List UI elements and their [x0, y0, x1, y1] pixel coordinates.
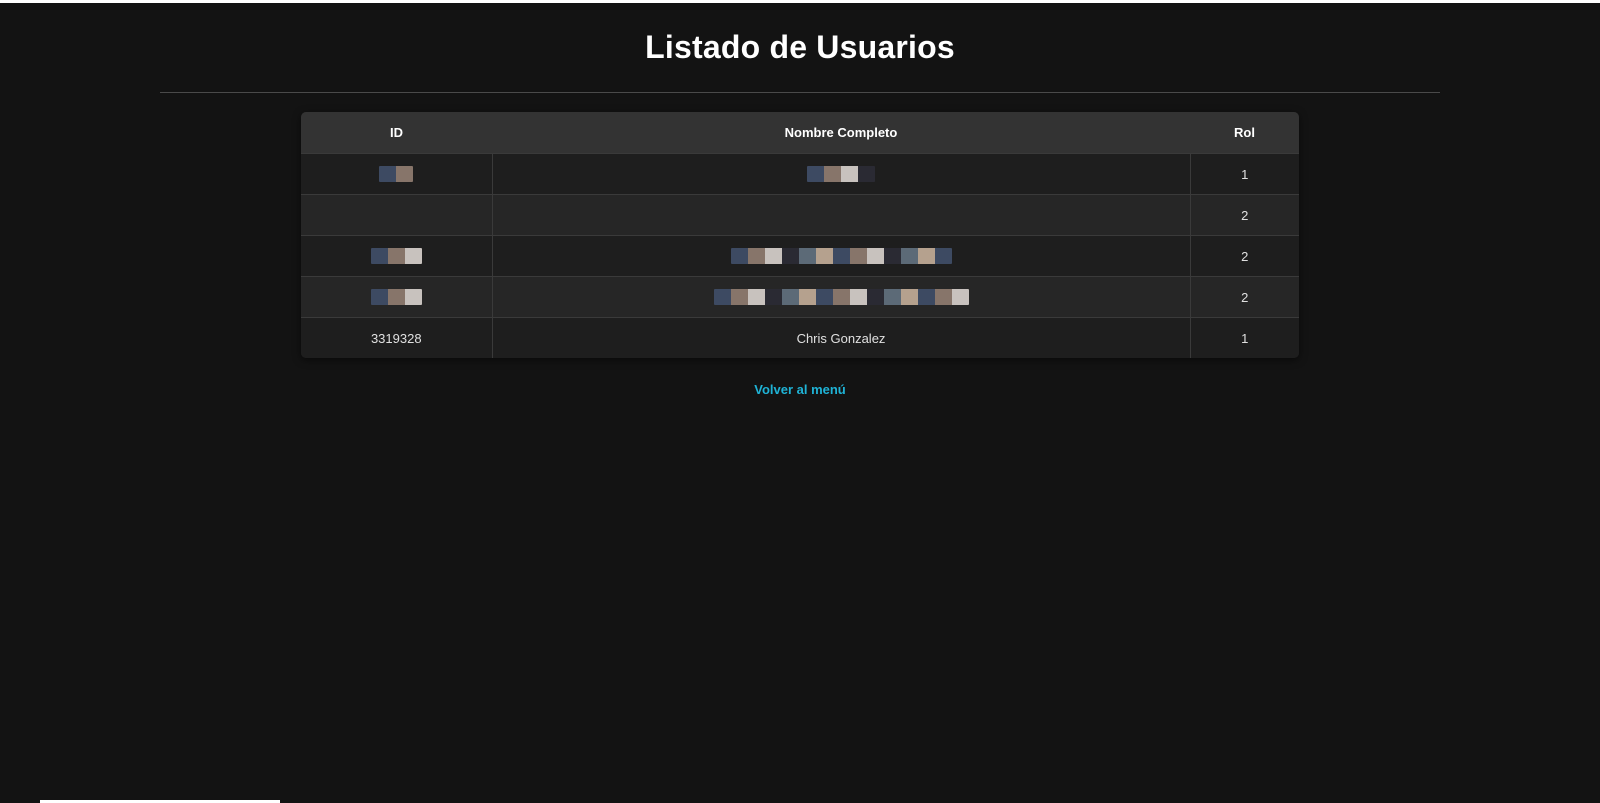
- cell-rol: 2: [1189, 276, 1299, 318]
- header-nombre-completo: Nombre Completo: [492, 112, 1190, 154]
- cell-name: [491, 276, 1190, 318]
- back-link-container: Volver al menú: [0, 381, 1600, 399]
- cell-id: [301, 276, 492, 318]
- cell-name: [491, 194, 1190, 236]
- redacted-name-block: [730, 248, 952, 265]
- cell-id: [301, 194, 492, 236]
- cell-name: [491, 235, 1190, 277]
- cell-id: [301, 153, 492, 195]
- table-row: 1: [301, 153, 1299, 195]
- cell-rol: 1: [1189, 317, 1299, 358]
- table-row: 2: [301, 194, 1299, 236]
- users-table: ID Nombre Completo Rol 1 2 2 2 3319328 Chris …: [301, 112, 1299, 358]
- header-id: ID: [301, 112, 492, 154]
- redacted-name-block: [713, 289, 969, 306]
- cell-id: [301, 235, 492, 277]
- cell-name: Chris Gonzalez: [491, 317, 1190, 358]
- cell-rol: 1: [1189, 153, 1299, 195]
- table-row: 2: [301, 235, 1299, 277]
- header-rol: Rol: [1190, 112, 1299, 154]
- users-table-container: ID Nombre Completo Rol 1 2 2 2 3319328 Chris …: [301, 112, 1299, 358]
- table-row: 2: [301, 276, 1299, 318]
- title-divider: [160, 92, 1440, 93]
- table-row: 3319328 Chris Gonzalez 1: [301, 317, 1299, 358]
- page-title: Listado de Usuarios: [645, 29, 955, 65]
- cell-id: 3319328: [301, 317, 492, 358]
- redacted-id-block: [379, 166, 414, 183]
- redacted-id-block: [370, 289, 422, 306]
- redacted-name-block: [807, 166, 875, 183]
- cell-name: [491, 153, 1190, 195]
- users-page: Listado de Usuarios ID Nombre Completo R…: [0, 3, 1600, 803]
- table-header-row: ID Nombre Completo Rol: [301, 112, 1299, 154]
- redacted-id-block: [370, 248, 422, 265]
- cell-rol: 2: [1189, 194, 1299, 236]
- cell-rol: 2: [1189, 235, 1299, 277]
- back-to-menu-link[interactable]: Volver al menú: [754, 382, 846, 397]
